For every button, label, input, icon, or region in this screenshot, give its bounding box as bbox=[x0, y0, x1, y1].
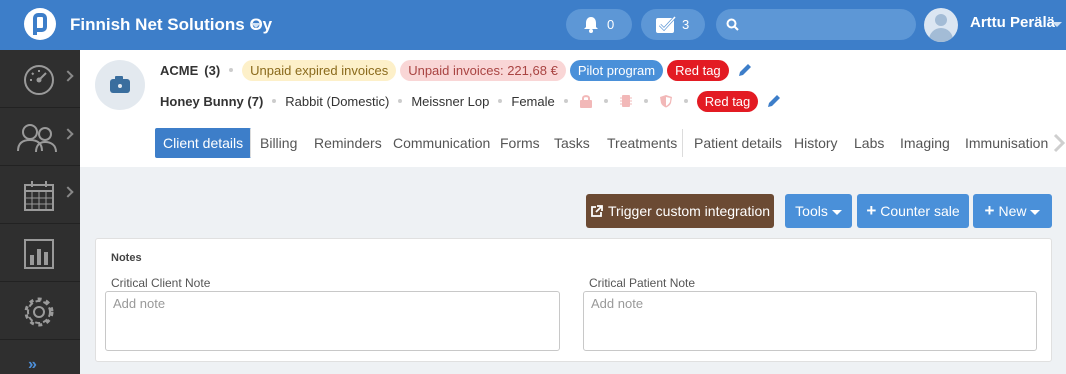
check-inbox-icon bbox=[656, 15, 677, 33]
external-link-icon bbox=[591, 205, 603, 217]
notes-panel: Notes Critical Client Note Critical Pati… bbox=[95, 238, 1052, 362]
user-menu-caret-icon[interactable] bbox=[1052, 22, 1062, 27]
patient-name[interactable]: Honey Bunny (7) bbox=[160, 94, 263, 109]
app-logo[interactable] bbox=[24, 8, 56, 40]
speedometer-icon bbox=[24, 65, 54, 95]
client-note-label: Critical Client Note bbox=[111, 276, 211, 290]
clients-icon bbox=[17, 124, 57, 153]
microchip-icon[interactable] bbox=[619, 94, 633, 108]
tools-label: Tools bbox=[795, 203, 828, 219]
tools-caret-icon bbox=[831, 209, 842, 215]
company-name[interactable]: Finnish Net Solutions Oy bbox=[70, 15, 272, 35]
client-tag-badge[interactable]: Red tag bbox=[667, 59, 729, 81]
top-bar: Finnish Net Solutions Oy 0 3 Arttu Peräl… bbox=[0, 0, 1066, 50]
tab-imaging[interactable]: Imaging bbox=[900, 128, 950, 158]
reports-icon bbox=[24, 239, 54, 269]
tab-separator bbox=[250, 129, 251, 157]
tab-treatments[interactable]: Treatments bbox=[607, 128, 677, 158]
plus-icon: + bbox=[984, 201, 995, 220]
client-name[interactable]: ACME bbox=[160, 63, 198, 78]
lock-icon[interactable] bbox=[579, 94, 593, 108]
patient-sex: Female bbox=[511, 93, 555, 109]
tab-bar: Client details Billing Reminders Communi… bbox=[80, 120, 1066, 167]
unpaid-invoices-badge[interactable]: Unpaid invoices: 221,68 € bbox=[400, 59, 566, 81]
chevron-right-icon bbox=[62, 70, 74, 82]
logo-p-stem bbox=[33, 23, 37, 35]
sidebar-item-dashboard[interactable] bbox=[0, 50, 80, 108]
tab-labs[interactable]: Labs bbox=[854, 128, 884, 158]
calendar-icon bbox=[24, 181, 54, 211]
sidebar-item-reports[interactable] bbox=[0, 224, 80, 282]
sidebar-item-calendar[interactable] bbox=[0, 166, 80, 224]
avatar-head bbox=[935, 14, 947, 26]
patient-note-field[interactable] bbox=[583, 291, 1037, 351]
tools-button[interactable]: Tools bbox=[785, 194, 852, 228]
client-note-field[interactable] bbox=[105, 291, 560, 351]
camera-lens bbox=[116, 82, 124, 90]
search-input[interactable] bbox=[744, 15, 904, 34]
user-avatar[interactable] bbox=[924, 8, 958, 42]
patient-breed: Meissner Lop bbox=[411, 93, 490, 109]
user-name[interactable]: Arttu Perälä bbox=[970, 14, 1055, 31]
edit-tags-icon[interactable] bbox=[737, 62, 753, 78]
plus-icon: + bbox=[866, 201, 877, 220]
patient-species: Rabbit (Domestic) bbox=[285, 93, 390, 109]
insurance-shield-icon[interactable] bbox=[659, 94, 673, 108]
tab-immunisation[interactable]: Immunisation bbox=[965, 128, 1048, 158]
tab-communication[interactable]: Communication bbox=[393, 128, 490, 158]
patient-photo[interactable] bbox=[95, 60, 145, 110]
new-button[interactable]: + New bbox=[973, 194, 1052, 228]
company-caret-icon[interactable] bbox=[251, 23, 261, 28]
separator-dot bbox=[683, 99, 688, 103]
tab-billing[interactable]: Billing bbox=[260, 128, 297, 158]
tab-tasks[interactable]: Tasks bbox=[554, 128, 590, 158]
tab-forms[interactable]: Forms bbox=[500, 128, 540, 158]
tasks-button[interactable]: 3 bbox=[641, 9, 705, 40]
settings-icon bbox=[24, 297, 54, 327]
sidebar-item-settings[interactable] bbox=[0, 282, 80, 340]
notes-title: Notes bbox=[111, 252, 142, 264]
notifications-button[interactable]: 0 bbox=[566, 9, 632, 40]
tab-separator bbox=[682, 129, 683, 157]
tasks-count: 3 bbox=[682, 17, 690, 32]
avatar-body bbox=[929, 28, 953, 42]
patient-tag-badge[interactable]: Red tag bbox=[696, 90, 759, 112]
trigger-integration-label: Trigger custom integration bbox=[607, 203, 771, 219]
tab-client-details[interactable]: Client details bbox=[155, 128, 252, 158]
bell-icon bbox=[584, 17, 598, 33]
tab-history[interactable]: History bbox=[794, 128, 838, 158]
sidebar-item-clients[interactable] bbox=[0, 108, 80, 166]
sidebar: » bbox=[0, 50, 80, 374]
separator-dot bbox=[272, 99, 277, 103]
counter-sale-button[interactable]: + Counter sale bbox=[857, 194, 969, 228]
new-label: New bbox=[998, 203, 1027, 219]
chevron-right-icon bbox=[62, 128, 74, 140]
separator-dot bbox=[398, 99, 403, 103]
chevron-right-icon bbox=[62, 186, 74, 198]
program-badge[interactable]: Pilot program bbox=[569, 59, 664, 81]
unpaid-expired-badge[interactable]: Unpaid expired invoices bbox=[242, 59, 397, 81]
separator-dot bbox=[563, 99, 568, 103]
search-icon bbox=[726, 18, 739, 31]
counter-sale-label: Counter sale bbox=[880, 203, 960, 219]
tabs-scroll-right-icon[interactable] bbox=[1052, 133, 1066, 153]
trigger-integration-button[interactable]: Trigger custom integration bbox=[586, 194, 774, 228]
tab-patient-details[interactable]: Patient details bbox=[694, 128, 782, 158]
separator-dot bbox=[643, 99, 648, 103]
patient-row: Honey Bunny (7) Rabbit (Domestic) Meissn… bbox=[160, 90, 782, 112]
notifications-count: 0 bbox=[607, 17, 615, 32]
new-caret-icon bbox=[1030, 209, 1041, 215]
edit-patient-tags-icon[interactable] bbox=[766, 93, 782, 109]
separator-dot bbox=[498, 99, 503, 103]
search-bar[interactable] bbox=[716, 9, 916, 40]
separator-dot bbox=[603, 99, 608, 103]
tab-reminders[interactable]: Reminders bbox=[314, 128, 382, 158]
patient-note-label: Critical Patient Note bbox=[589, 276, 696, 290]
separator-dot bbox=[229, 68, 234, 72]
client-count: (3) bbox=[204, 62, 221, 78]
client-row: ACME (3) Unpaid expired invoices Unpaid … bbox=[160, 59, 753, 81]
expand-sidebar-button[interactable]: » bbox=[28, 356, 37, 374]
